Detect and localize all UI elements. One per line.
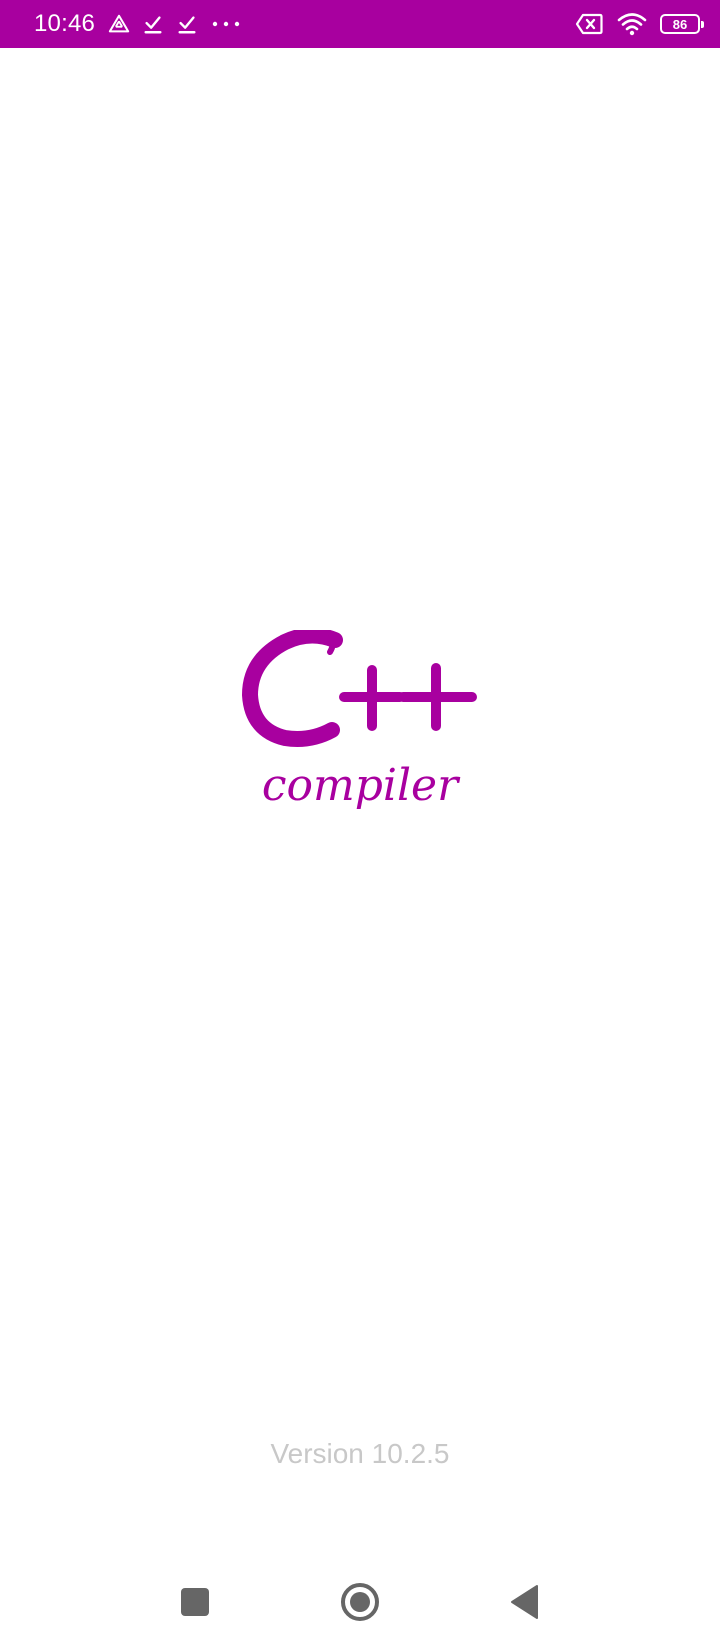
- status-right-group: 86: [574, 12, 704, 36]
- status-time: 10:46: [34, 10, 96, 37]
- download-done-icon: [141, 12, 165, 36]
- status-bar: 10:46 86: [0, 0, 720, 48]
- version-text: Version 10.2.5: [270, 1438, 450, 1469]
- circle-icon: [341, 1583, 379, 1621]
- drive-icon: [107, 12, 131, 36]
- status-left-group: 10:46: [34, 10, 574, 38]
- home-button[interactable]: [338, 1580, 382, 1624]
- back-button[interactable]: [503, 1580, 547, 1624]
- app-logo: compiler: [240, 627, 480, 840]
- battery-level: 86: [672, 16, 688, 32]
- back-triangle-icon: [511, 1585, 538, 1619]
- battery-icon: 86: [660, 14, 704, 34]
- download-done-icon: [175, 12, 199, 36]
- sim-x-icon: [574, 12, 604, 36]
- wifi-icon: [616, 12, 648, 36]
- square-icon: [181, 1588, 209, 1616]
- logo-subtitle: compiler: [262, 760, 461, 811]
- more-dots-icon: [209, 12, 243, 36]
- navigation-bar: [0, 1560, 720, 1650]
- recents-button[interactable]: [173, 1580, 217, 1624]
